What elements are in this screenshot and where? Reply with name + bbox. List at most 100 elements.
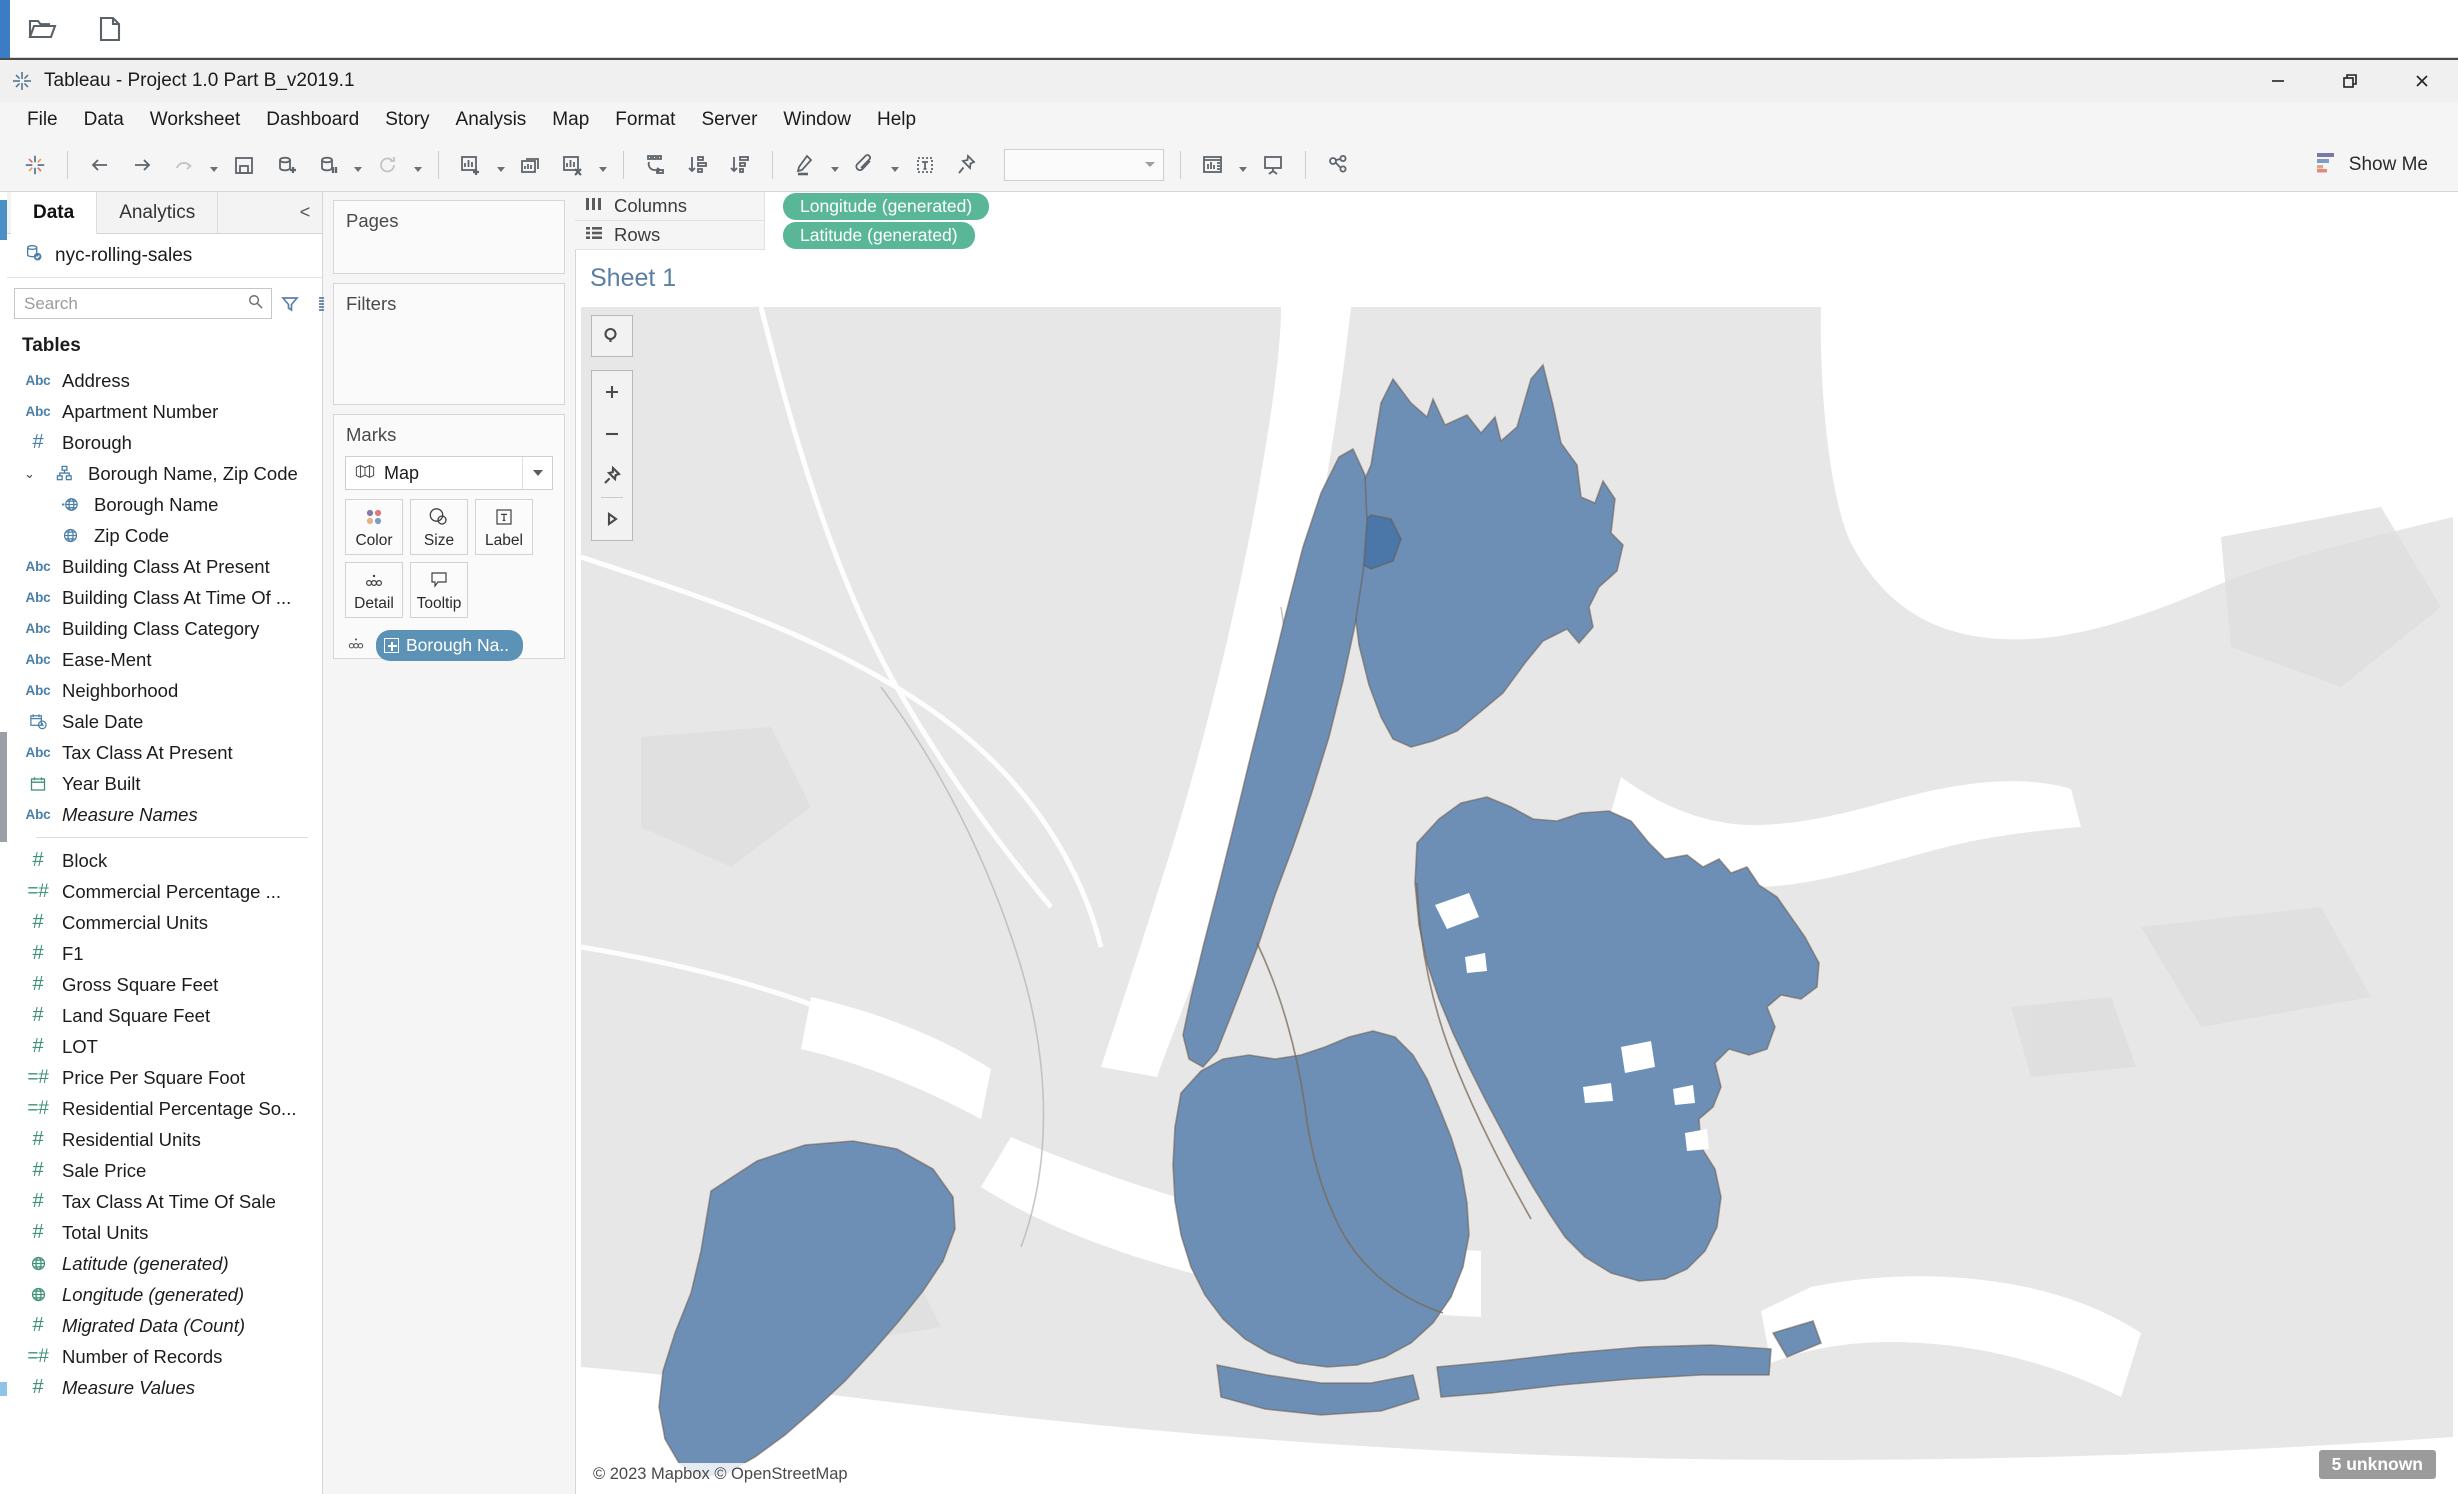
field-sale-date[interactable]: Sale Date [6,706,322,737]
field-neighborhood[interactable]: Abc Neighborhood [6,675,322,706]
columns-pill-longitude[interactable]: Longitude (generated) [783,192,990,220]
forward-button[interactable] [121,145,163,185]
field-residential-percentage-sold[interactable]: =# Residential Percentage So... [6,1093,322,1124]
map-canvas[interactable]: © 2023 Mapbox © OpenStreetMap 5 unknown [581,307,2453,1489]
menu-story[interactable]: Story [372,105,442,135]
field-commercial-percentage-sold[interactable]: =# Commercial Percentage ... [6,876,322,907]
menu-map[interactable]: Map [539,105,602,135]
field-f1[interactable]: # F1 [6,938,322,969]
mark-type-selector[interactable]: Map [345,456,553,490]
field-borough-name-zip-code-hierarchy[interactable]: ⌄ Borough Name, Zip Code [6,458,322,489]
field-measure-names[interactable]: Abc Measure Names [6,799,322,830]
field-tax-class-at-present[interactable]: Abc Tax Class At Present [6,737,322,768]
cards-chevron-down-icon[interactable] [1234,145,1252,185]
refresh-chevron-down-icon[interactable] [409,145,427,185]
field-building-class-at-time-of-sale[interactable]: Abc Building Class At Time Of ... [6,582,322,613]
menu-dashboard[interactable]: Dashboard [253,105,372,135]
share-button[interactable] [1317,145,1359,185]
map-zoom-out-button[interactable] [592,413,632,455]
undo-redo-chevron-down-icon[interactable] [205,145,223,185]
field-land-square-feet[interactable]: # Land Square Feet [6,1000,322,1031]
field-year-built[interactable]: Year Built [6,768,322,799]
field-commercial-units[interactable]: # Commercial Units [6,907,322,938]
paperclip-icon[interactable] [844,145,886,185]
menu-data[interactable]: Data [71,105,137,135]
new-sheet-chevron-down-icon[interactable] [492,145,510,185]
field-longitude-generated[interactable]: Longitude (generated) [6,1279,322,1310]
expander-chevron-down-icon[interactable]: ⌄ [24,466,40,482]
marks-label-button[interactable]: Label [475,499,533,555]
menu-help[interactable]: Help [864,105,929,135]
clear-chevron-down-icon[interactable] [594,145,612,185]
field-number-of-records[interactable]: =# Number of Records [6,1341,322,1372]
tab-data[interactable]: Data [11,192,98,234]
unknown-locations-badge[interactable]: 5 unknown [2318,1450,2436,1479]
marks-color-button[interactable]: Color [345,499,403,555]
map-pin-button[interactable] [592,455,632,497]
rows-pill-latitude[interactable]: Latitude (generated) [783,221,975,249]
sort-descending-button[interactable] [719,145,761,185]
rows-shelf-dropzone[interactable]: Latitude (generated) [765,220,2458,250]
menu-server[interactable]: Server [688,105,770,135]
field-latitude-generated[interactable]: Latitude (generated) [6,1248,322,1279]
filters-card[interactable]: Filters [333,283,565,405]
field-building-class-category[interactable]: Abc Building Class Category [6,613,322,644]
tableau-home-button[interactable] [14,145,56,185]
field-price-per-square-foot[interactable]: =# Price Per Square Foot [6,1062,322,1093]
marks-detail-pill[interactable]: Borough Na.. [376,630,524,661]
field-apartment-number[interactable]: Abc Apartment Number [6,396,322,427]
field-sale-price[interactable]: # Sale Price [6,1155,322,1186]
new-document-icon[interactable] [90,12,130,46]
search-input-wrapper[interactable] [14,288,272,319]
show-hide-cards-button[interactable] [1192,145,1234,185]
menu-window[interactable]: Window [770,105,864,135]
duplicate-sheet-button[interactable] [510,145,552,185]
field-building-class-at-present[interactable]: Abc Building Class At Present [6,551,322,582]
search-input[interactable] [22,292,247,315]
field-zip-code[interactable]: Zip Code [6,520,322,551]
field-borough[interactable]: # Borough [6,427,322,458]
field-ease-ment[interactable]: Abc Ease-Ment [6,644,322,675]
pause-auto-update-button[interactable] [307,145,349,185]
group-chevron-down-icon[interactable] [886,145,904,185]
sort-ascending-button[interactable] [677,145,719,185]
save-button[interactable] [223,145,265,185]
undo-redo-button[interactable] [163,145,205,185]
columns-shelf-dropzone[interactable]: Longitude (generated) [765,191,2458,221]
menu-worksheet[interactable]: Worksheet [137,105,253,135]
back-button[interactable] [79,145,121,185]
marks-detail-button[interactable]: Detail [345,562,403,618]
tab-analytics[interactable]: Analytics [97,192,219,233]
field-gross-square-feet[interactable]: # Gross Square Feet [6,969,322,1000]
swap-rows-columns-button[interactable] [635,145,677,185]
field-residential-units[interactable]: # Residential Units [6,1124,322,1155]
highlight-chevron-down-icon[interactable] [826,145,844,185]
mark-type-chevron-down-icon[interactable] [522,457,552,489]
collapse-pane-icon[interactable]: < [288,192,322,233]
presentation-mode-button[interactable] [1252,145,1294,185]
new-worksheet-button[interactable] [450,145,492,185]
field-lot[interactable]: # LOT [6,1031,322,1062]
field-borough-name[interactable]: Borough Name [6,489,322,520]
pause-chevron-down-icon[interactable] [349,145,367,185]
highlight-button[interactable] [784,145,826,185]
filter-funnel-icon[interactable] [280,290,300,318]
field-migrated-data-count[interactable]: # Migrated Data (Count) [6,1310,322,1341]
map-zoom-in-button[interactable] [592,371,632,413]
show-me-button[interactable]: Show Me [2298,145,2444,185]
menu-analysis[interactable]: Analysis [443,105,540,135]
field-address[interactable]: Abc Address [6,365,322,396]
pin-icon[interactable] [946,145,988,185]
field-measure-values[interactable]: # Measure Values [6,1372,322,1403]
restore-button[interactable] [2314,59,2386,103]
minimize-button[interactable] [2242,59,2314,103]
pages-card[interactable]: Pages [333,200,565,274]
field-block[interactable]: # Block [6,845,322,876]
open-folder-icon[interactable] [22,12,62,46]
map-search-button[interactable] [591,315,633,357]
close-button[interactable] [2386,59,2458,103]
menu-file[interactable]: File [14,105,71,135]
fit-selector[interactable] [1004,148,1164,181]
marks-tooltip-button[interactable]: Tooltip [410,562,468,618]
field-tax-class-at-time-of-sale[interactable]: # Tax Class At Time Of Sale [6,1186,322,1217]
